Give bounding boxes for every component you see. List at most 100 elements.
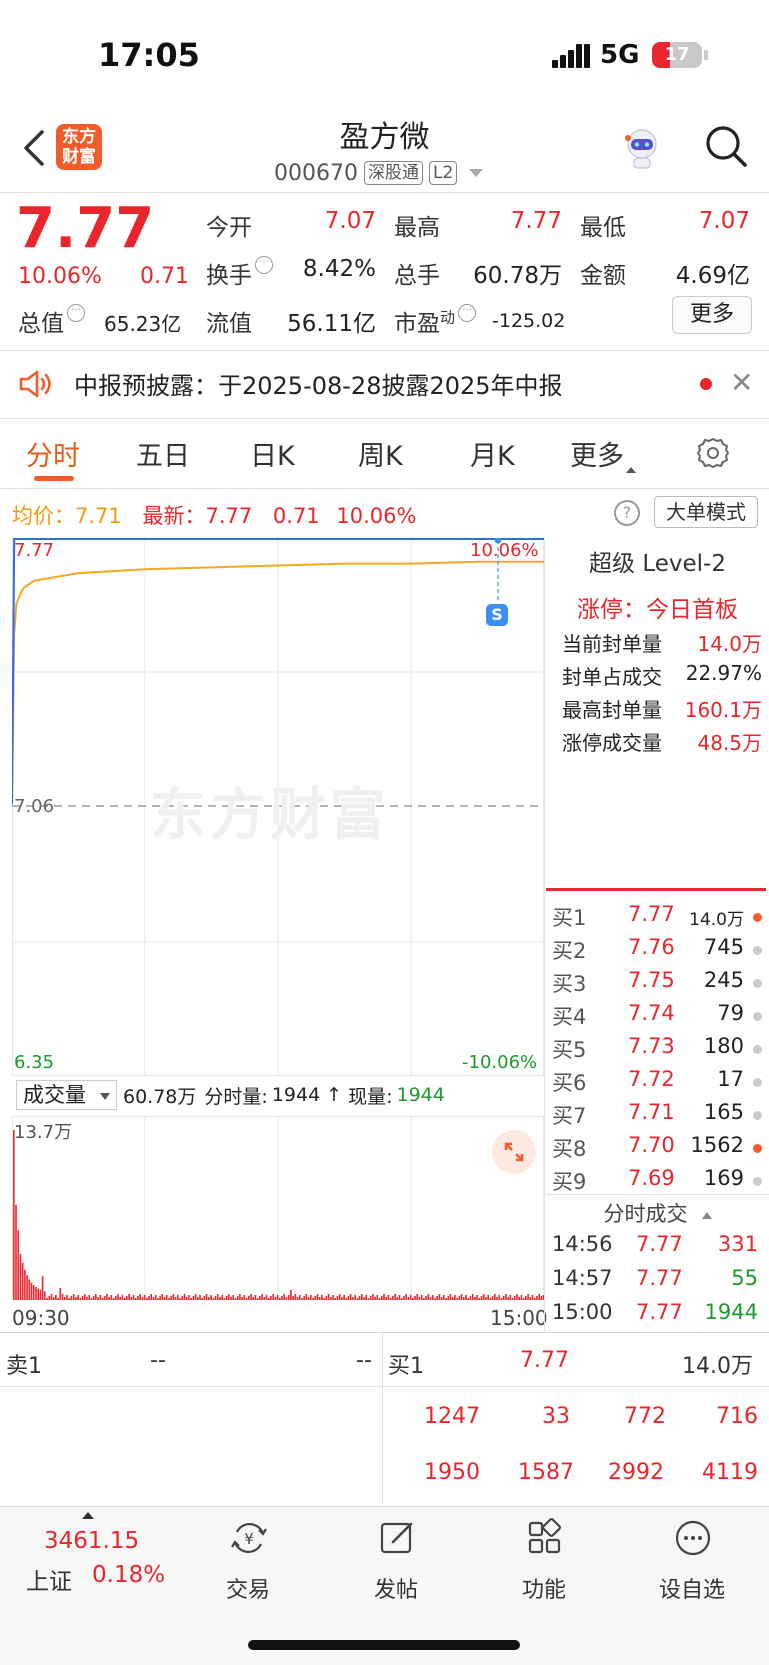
volume-bar bbox=[425, 1296, 427, 1300]
more-dots-icon[interactable]: ··· bbox=[67, 304, 85, 322]
stock-code-row[interactable]: 000670 深股通 L2 bbox=[274, 158, 484, 188]
volume-bar bbox=[347, 1296, 350, 1300]
tab-daily-k[interactable]: 日K bbox=[250, 434, 295, 473]
expand-icon[interactable] bbox=[492, 1130, 536, 1174]
latest-percent: 10.06% bbox=[336, 504, 417, 528]
bid-row[interactable]: 买7 7.71 165 bbox=[552, 1100, 762, 1133]
volume-bar bbox=[334, 1298, 336, 1300]
volume-bar bbox=[197, 1297, 199, 1300]
tab-intraday[interactable]: 分时 bbox=[26, 434, 80, 473]
bid-row[interactable]: 买3 7.75 245 bbox=[552, 968, 762, 1001]
bid-row[interactable]: 买5 7.73 180 bbox=[552, 1034, 762, 1067]
volume-bar bbox=[502, 1296, 505, 1300]
volume-bar bbox=[41, 1276, 44, 1300]
pe-label[interactable]: 市盈动 ··· bbox=[394, 304, 477, 338]
level-tag: L2 bbox=[428, 161, 458, 185]
volume-bar bbox=[420, 1295, 423, 1300]
more-dots-icon[interactable]: ··· bbox=[458, 304, 477, 322]
limit-up-s-marker[interactable]: S bbox=[486, 604, 508, 626]
volume-bar bbox=[219, 1297, 221, 1300]
notice-text[interactable]: 中报预披露：于2025-08-28披露2025年中报 bbox=[74, 366, 563, 401]
robot-assistant-icon[interactable] bbox=[618, 124, 666, 172]
bid-row[interactable]: 买2 7.76 745 bbox=[552, 935, 762, 968]
volume-bar bbox=[365, 1295, 367, 1300]
bid-label: 买2 bbox=[552, 939, 587, 963]
bid-volume: 180 bbox=[703, 1034, 744, 1058]
caret-up-icon[interactable] bbox=[82, 1512, 94, 1519]
bid-row[interactable]: 买8 7.70 1562 bbox=[552, 1133, 762, 1166]
float-label: 流值 bbox=[206, 311, 252, 337]
volume-bar bbox=[83, 1294, 86, 1300]
index-value[interactable]: 3461.15 bbox=[44, 1528, 139, 1554]
volume-bar bbox=[117, 1294, 119, 1300]
volume-select-label: 成交量 bbox=[23, 1083, 86, 1107]
level2-title[interactable]: 超级 Level-2 bbox=[546, 544, 769, 578]
volume-bar bbox=[90, 1298, 93, 1300]
volume-bar bbox=[460, 1294, 463, 1300]
volume-bar bbox=[434, 1298, 436, 1300]
stock-code: 000670 bbox=[274, 160, 358, 186]
volume-bar bbox=[232, 1295, 234, 1300]
volume-bar bbox=[199, 1295, 201, 1300]
bid-label: 买8 bbox=[552, 1137, 587, 1161]
volume-header: 成交量 60.78万 分时量: 1944 ↑ 现量: 1944 bbox=[16, 1080, 445, 1110]
more-dots-icon[interactable]: ··· bbox=[255, 256, 273, 274]
bid-label: 买4 bbox=[552, 1005, 587, 1029]
volume-bar bbox=[443, 1295, 445, 1300]
volume-bar bbox=[115, 1296, 117, 1300]
stat-row: 最高封单量 160.1万 bbox=[562, 694, 762, 723]
ticks-title[interactable]: 分时成交 bbox=[546, 1198, 769, 1228]
close-icon[interactable]: ✕ bbox=[730, 366, 753, 399]
status-dot bbox=[753, 979, 762, 988]
volume-bar bbox=[143, 1295, 146, 1300]
open-label: 今开 bbox=[206, 215, 252, 241]
gear-icon[interactable] bbox=[696, 436, 730, 470]
volume-value: 60.78万 bbox=[473, 263, 562, 289]
tab-five-day[interactable]: 五日 bbox=[136, 434, 190, 473]
market-tag: 深股通 bbox=[363, 161, 423, 185]
limit-up-status: 涨停：今日首板 bbox=[577, 597, 738, 623]
volume-indicator-select[interactable]: 成交量 bbox=[16, 1080, 117, 1110]
volume-bar bbox=[50, 1294, 53, 1300]
volume-bar bbox=[179, 1298, 181, 1300]
volume-bar bbox=[367, 1298, 370, 1300]
volume-bar bbox=[429, 1297, 432, 1300]
volume-bar bbox=[276, 1295, 279, 1300]
volume-bar bbox=[26, 1275, 28, 1300]
big-order-mode-button[interactable]: 大单模式 bbox=[654, 496, 758, 528]
index-name[interactable]: 上证 bbox=[26, 1562, 72, 1596]
stat-value: 22.97% bbox=[685, 661, 762, 685]
volume-bar bbox=[485, 1297, 487, 1300]
bid-price: 7.71 bbox=[628, 1100, 675, 1124]
bid-row[interactable]: 买4 7.74 79 bbox=[552, 1001, 762, 1034]
index-percent[interactable]: 0.18% bbox=[92, 1562, 165, 1588]
bid-row[interactable]: 买6 7.72 17 bbox=[552, 1067, 762, 1100]
volume-chart[interactable] bbox=[12, 1116, 544, 1300]
nav-functions-label: 功能 bbox=[521, 1578, 566, 1603]
volume-bar bbox=[465, 1295, 467, 1300]
chevron-down-icon[interactable] bbox=[469, 169, 484, 177]
more-button[interactable]: 更多 bbox=[672, 296, 752, 334]
tab-more[interactable]: 更多 bbox=[570, 434, 636, 473]
stat-label: 当前封单量 bbox=[562, 632, 662, 656]
home-indicator[interactable] bbox=[248, 1640, 520, 1650]
mktcap-label[interactable]: 总值··· bbox=[18, 304, 85, 338]
active-tab-indicator bbox=[34, 476, 74, 481]
volume-bar bbox=[86, 1297, 88, 1300]
help-icon[interactable]: ? bbox=[614, 500, 640, 526]
turnover-label[interactable]: 换手··· bbox=[206, 256, 273, 290]
bid-row[interactable]: 买1 7.77 14.0万 bbox=[552, 902, 762, 935]
search-icon[interactable] bbox=[704, 124, 748, 168]
stat-value: 48.5万 bbox=[697, 731, 762, 755]
volume-bar bbox=[236, 1296, 239, 1300]
bid-label: 买6 bbox=[552, 1071, 587, 1095]
tab-weekly-k[interactable]: 周K bbox=[358, 434, 403, 473]
volume-bar bbox=[243, 1295, 246, 1300]
volume-bar bbox=[449, 1294, 452, 1300]
volume-bar bbox=[146, 1298, 148, 1300]
tab-monthly-k[interactable]: 月K bbox=[470, 434, 515, 473]
volume-bar bbox=[234, 1298, 237, 1300]
volume-bar bbox=[265, 1295, 268, 1300]
more-circle-icon bbox=[675, 1520, 711, 1556]
tick-volume: 55 bbox=[731, 1266, 758, 1290]
